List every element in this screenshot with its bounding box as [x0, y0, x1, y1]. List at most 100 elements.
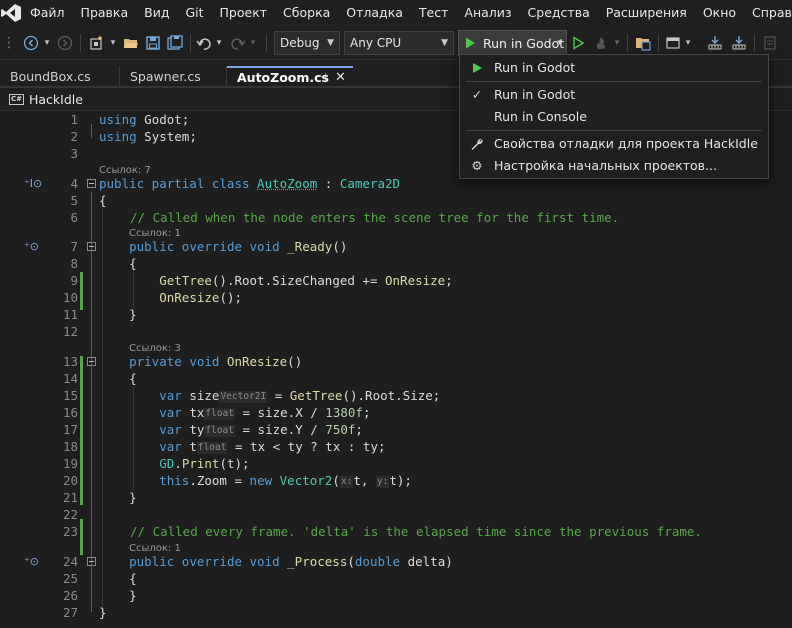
code-line: 21 } [0, 489, 792, 506]
redo-button[interactable] [228, 31, 248, 55]
new-dropdown-icon[interactable]: ▾ [108, 31, 118, 55]
menu-bar: Файл Правка Вид Git Проект Сборка Отладк… [0, 0, 792, 26]
breakpoint-group-button[interactable] [704, 31, 726, 55]
back-button[interactable] [20, 31, 42, 55]
tab-autozoom[interactable]: AutoZoom.cs ⊣ ✕ [227, 66, 353, 88]
menu-tools[interactable]: Средства [520, 0, 598, 26]
configuration-select[interactable]: Debug ▼ [274, 31, 340, 55]
hot-reload-button[interactable] [591, 31, 611, 55]
line-number: 4 [70, 176, 78, 191]
redo-dropdown-icon[interactable]: ▾ [248, 31, 258, 55]
code-text: GD.Print(t); [159, 456, 250, 471]
line-number: 2 [70, 129, 78, 144]
play-icon [466, 37, 475, 49]
menu-test[interactable]: Тест [411, 0, 456, 26]
code-text: private void OnResize() [129, 354, 303, 369]
dropdown-item-configure-startup-projects[interactable]: ⚙ Настройка начальных проектов... [460, 155, 768, 177]
code-line: 17 var tyfloat = size.Y / 750f; [0, 421, 792, 438]
line-number: 26 [62, 588, 78, 603]
fold-toggle-icon[interactable] [87, 242, 96, 251]
menu-project[interactable]: Проект [212, 0, 276, 26]
chevron-down-icon: ▼ [327, 38, 334, 48]
visual-studio-logo-icon[interactable] [0, 0, 22, 26]
layout-dropdown-icon[interactable]: ▾ [683, 31, 693, 55]
code-text: { [99, 193, 107, 208]
line-number: 16 [62, 405, 78, 420]
chevron-down-icon[interactable]: ▾ [557, 38, 562, 48]
browse-folder-button[interactable] [632, 31, 654, 55]
code-line: 19 GD.Print(t); [0, 455, 792, 472]
fold-toggle-icon[interactable] [87, 179, 96, 188]
menu-window[interactable]: Окно [695, 0, 744, 26]
open-folder-button[interactable] [120, 31, 142, 55]
inlay-hint: y: [375, 476, 390, 488]
code-line: 23 // Called every frame. 'delta' is the… [0, 523, 792, 540]
code-text: } [99, 307, 137, 322]
menu-build[interactable]: Сборка [275, 0, 338, 26]
hot-reload-dropdown-icon[interactable]: ▾ [612, 31, 622, 55]
save-button[interactable] [142, 31, 164, 55]
inlay-hint: Vector2I [219, 391, 268, 403]
menu-file[interactable]: Файл [22, 0, 73, 26]
dropdown-item-run-in-godot-primary[interactable]: Run in Godot [460, 57, 768, 79]
code-line: 20 this.Zoom = new Vector2(x:t, y:t); [0, 472, 792, 489]
close-icon[interactable]: ✕ [335, 68, 346, 88]
line-number: 11 [62, 307, 78, 322]
dropdown-item-debug-properties[interactable]: Свойства отладки для проекта HackIdle [460, 133, 768, 155]
menu-git[interactable]: Git [177, 0, 211, 26]
step-button[interactable] [728, 31, 750, 55]
menu-debug[interactable]: Отладка [338, 0, 411, 26]
code-editor[interactable]: 1 using Godot; 2 using System; 3 Ссылок:… [0, 111, 792, 628]
menu-edit[interactable]: Правка [73, 0, 137, 26]
fold-toggle-icon[interactable] [87, 557, 96, 566]
line-number: 18 [62, 439, 78, 454]
code-line: 5 { [0, 192, 792, 209]
code-line: 15 var sizeVector2I = GetTree().Root.Siz… [0, 387, 792, 404]
line-number: 7 [70, 239, 78, 254]
menu-extensions[interactable]: Расширения [598, 0, 695, 26]
line-number: 27 [62, 605, 78, 620]
override-icon[interactable]: ⁺⊙ [24, 553, 39, 570]
tab-spawner[interactable]: Spawner.cs [120, 66, 227, 88]
tab-boundbox[interactable]: BoundBox.cs [0, 66, 120, 88]
code-text: } [99, 490, 137, 505]
dropdown-item-run-in-console[interactable]: Run in Console [460, 106, 768, 128]
undo-dropdown-icon[interactable]: ▾ [214, 31, 224, 55]
layout-button[interactable] [663, 31, 683, 55]
platform-select[interactable]: Any CPU ▼ [344, 31, 454, 55]
chevron-down-icon: ▼ [441, 38, 448, 48]
line-number: 13 [62, 354, 78, 369]
comment-button[interactable] [760, 31, 780, 55]
line-number: 6 [70, 210, 78, 225]
toolbar-separator [627, 34, 628, 52]
dropdown-item-label: Run in Godot [494, 87, 576, 102]
toolbar-grip-icon: ⋮ [2, 35, 16, 51]
code-line: 14 { [0, 370, 792, 387]
code-text: var sizeVector2I = GetTree().Root.Size; [159, 388, 441, 403]
undo-button[interactable] [194, 31, 214, 55]
line-number: 25 [62, 571, 78, 586]
code-text: OnResize(); [159, 290, 243, 305]
inlay-hint: float [204, 425, 235, 437]
fold-toggle-icon[interactable] [87, 357, 96, 366]
forward-button[interactable] [54, 31, 76, 55]
override-icon[interactable]: ⁺⊙ [24, 238, 39, 255]
code-text: public partial class AutoZoom : Camera2D [99, 176, 401, 191]
back-dropdown-icon[interactable]: ▾ [42, 31, 52, 55]
menu-view[interactable]: Вид [136, 0, 177, 26]
code-line: 18 var tfloat = tx < ty ? tx : ty; [0, 438, 792, 455]
save-all-button[interactable] [164, 31, 186, 55]
platform-value: Any CPU [350, 36, 402, 50]
dropdown-item-label: Run in Console [494, 109, 587, 124]
code-text: var txfloat = size.X / 1380f; [159, 405, 371, 420]
dropdown-item-run-in-godot[interactable]: ✓ Run in Godot [460, 84, 768, 106]
menu-analyze[interactable]: Анализ [456, 0, 519, 26]
pin-icon[interactable]: ⊣ [318, 68, 327, 88]
toolbar-separator [80, 34, 81, 52]
menu-help[interactable]: Справка [744, 0, 792, 26]
new-project-button[interactable] [86, 31, 108, 55]
line-number: 20 [62, 473, 78, 488]
code-line: ⁺⊙ 24 public override void _Process(doub… [0, 553, 792, 570]
run-in-godot-button[interactable]: Run in Godot ▾ [458, 30, 567, 56]
start-without-debugging-button[interactable] [569, 31, 587, 55]
